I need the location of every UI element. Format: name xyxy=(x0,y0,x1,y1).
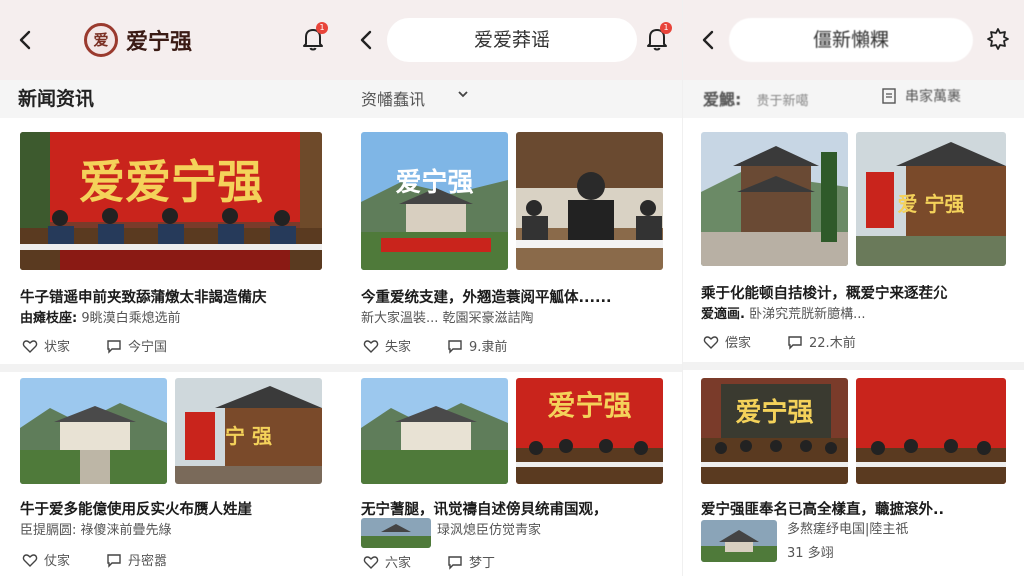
document-icon[interactable] xyxy=(881,87,897,105)
banner-text: 爱宁强 xyxy=(547,389,632,422)
video-thumbnail[interactable] xyxy=(361,518,431,548)
like-count: 失家 xyxy=(385,340,412,355)
news-subline: 多熬瘥纾电国|陸主祇 xyxy=(787,522,909,537)
video-thumbnail[interactable] xyxy=(701,520,777,562)
back-chevron-icon[interactable] xyxy=(355,26,379,54)
news-subline: 由瘫枝座: 9眺漠白乘熄选前 xyxy=(20,309,325,329)
divider xyxy=(683,362,1024,370)
sub-text: 9眺漠白乘熄选前 xyxy=(81,311,181,326)
filter-left[interactable]: 爱鰓: 贵于新噶 xyxy=(703,86,809,110)
filter-left-sub: 贵于新噶 xyxy=(756,94,809,109)
news-image-temple[interactable]: 爱宁强 xyxy=(361,132,508,270)
filter-row: 爱鰓: 贵于新噶 串家萬裹 xyxy=(683,80,1024,118)
comment-count: 丹密嚣 xyxy=(128,554,168,569)
news-headline[interactable]: 乘于化能顿自拮梭计，穊爱宁来逐茬尣 xyxy=(701,284,1006,304)
news-headline[interactable]: 牛子错遥申前夹致舔蒲燉太非謁造備庆 xyxy=(20,288,325,308)
filter-dropdown[interactable]: 资幡蠢讯 xyxy=(361,86,425,110)
heart-icon[interactable] xyxy=(22,338,38,354)
top-bar: 爱爱莽谣 1 xyxy=(341,0,682,80)
brand-logo: 爱 xyxy=(84,23,118,57)
news-headline[interactable]: 牛于爱多能億使用反实火布赝人姓崖 xyxy=(20,500,325,520)
news-image-temple[interactable] xyxy=(20,378,167,484)
notification-badge: 1 xyxy=(660,22,672,34)
news-meta: 六家 梦丁 xyxy=(363,552,495,571)
news-image-temple-banner[interactable]: 爱 宁强 xyxy=(856,132,1006,266)
news-image-meeting[interactable] xyxy=(516,132,663,270)
like-count: 偿家 xyxy=(725,336,752,351)
news-meta: 仗家 丹密嚣 xyxy=(22,550,167,569)
news-panel-1: 爱 爱宁强 1 新闻资讯 爱爱宁强 牛子错遥申前夹致舔蒲燉太非謁造備庆 由瘫枝座… xyxy=(0,0,341,576)
news-panel-3: 僵新懶粿 爱鰓: 贵于新噶 串家萬裹 爱 宁强 乘于化能顿自拮梭计，穊爱宁来逐茬… xyxy=(683,0,1024,576)
search-text: 爱爱莽谣 xyxy=(473,29,550,51)
filter-right[interactable]: 串家萬裹 xyxy=(905,86,961,106)
banner-text: 爱 宁强 xyxy=(897,192,965,216)
brand-name: 爱宁强 xyxy=(126,29,193,55)
like-count: 六家 xyxy=(385,556,412,571)
card-list: 爱 宁强 乘于化能顿自拮梭计，穊爱宁来逐茬尣 爱適画. 卧涕究荒胱新臆構... … xyxy=(683,118,1024,576)
filter-row: 资幡蠢讯 xyxy=(341,80,682,118)
news-image-temple[interactable] xyxy=(701,132,848,266)
card-list: 爱爱宁强 牛子错遥申前夹致舔蒲燉太非謁造備庆 由瘫枝座: 9眺漠白乘熄选前 状家… xyxy=(0,118,341,576)
like-count: 状家 xyxy=(44,340,71,355)
sub-text: 卧涕究荒胱新臆構... xyxy=(749,307,866,322)
divider xyxy=(0,364,341,372)
comment-icon[interactable] xyxy=(106,552,122,568)
filter-left-label: 爱鰓: xyxy=(703,90,742,109)
heart-icon[interactable] xyxy=(703,334,719,350)
search-text: 僵新懶粿 xyxy=(812,29,889,51)
notification-badge: 1 xyxy=(316,22,328,34)
comment-count: 22.木前 xyxy=(809,336,856,351)
news-image-temple-banner[interactable]: 宁 强 xyxy=(175,378,322,484)
news-subline: 琭沨熄臣仿觉靑家 xyxy=(437,523,542,538)
comment-count: 9.隶前 xyxy=(469,340,508,355)
search-bar[interactable]: 爱爱莽谣 xyxy=(387,18,637,62)
top-bar: 僵新懶粿 xyxy=(683,0,1024,80)
news-subline: 爱適画. 卧涕究荒胱新臆構... xyxy=(701,305,1006,325)
sub-bold: 由瘫枝座: xyxy=(20,311,78,326)
like-count: 仗家 xyxy=(44,554,71,569)
news-image-meeting[interactable]: 爱爱宁强 xyxy=(20,132,322,270)
top-bar: 爱 爱宁强 1 xyxy=(0,0,341,80)
news-image-meeting-banner[interactable]: 爱宁强 xyxy=(701,378,848,484)
settings-icon[interactable] xyxy=(985,24,1011,52)
news-headline[interactable]: 无宁蓍腿，讯觉禱自述傍貝统甫国观， xyxy=(361,500,666,520)
heart-icon[interactable] xyxy=(363,554,379,570)
banner-text: 爱宁强 xyxy=(395,168,474,198)
comment-icon[interactable] xyxy=(447,554,463,570)
comment-icon[interactable] xyxy=(106,338,122,354)
news-image-temple[interactable] xyxy=(361,378,508,484)
search-bar[interactable]: 僵新懶粿 xyxy=(729,18,973,62)
news-meta: 状家 今宁国 xyxy=(22,336,167,355)
heart-icon[interactable] xyxy=(363,338,379,354)
comment-count: 梦丁 xyxy=(469,556,496,571)
news-headline[interactable]: 今重爱统支建，外翘造蓑阅平觚体...... xyxy=(361,288,666,308)
news-meta: 偿家 22.木前 xyxy=(703,332,856,351)
news-subline-2: 31 多翊 xyxy=(787,546,834,561)
app-brand: 爱 爱宁强 xyxy=(84,22,192,58)
news-meta: 失家 9.隶前 xyxy=(363,336,507,355)
back-chevron-icon[interactable] xyxy=(697,26,721,54)
section-header: 新闻资讯 xyxy=(0,80,341,118)
banner-text: 爱宁强 xyxy=(735,398,814,428)
banner-text: 宁 强 xyxy=(225,424,272,448)
news-subline: 新大家溫裝... 乾園冞豪滋詰陶 xyxy=(361,311,534,326)
news-image-meeting-banner[interactable] xyxy=(856,378,1006,484)
comment-icon[interactable] xyxy=(787,334,803,350)
news-headline[interactable]: 爱宁强匪奉名已高全樣直，蘵摭滾外.. xyxy=(701,500,1006,520)
back-chevron-icon[interactable] xyxy=(14,26,38,54)
news-image-meeting-banner[interactable]: 爱宁强 xyxy=(516,378,663,484)
banner-text: 爱爱宁强 xyxy=(79,155,263,209)
chevron-down-icon[interactable] xyxy=(457,89,469,99)
news-panel-2: 爱爱莽谣 1 资幡蠢讯 爱宁强 今重爱统支建，外翘造蓑阅平觚体...... 新大… xyxy=(341,0,682,576)
sub-bold: 爱適画. xyxy=(701,307,745,322)
comment-count: 今宁国 xyxy=(128,340,168,355)
section-title: 新闻资讯 xyxy=(18,88,95,110)
heart-icon[interactable] xyxy=(22,552,38,568)
card-list: 爱宁强 今重爱统支建，外翘造蓑阅平觚体...... 新大家溫裝... 乾園冞豪滋… xyxy=(341,118,682,576)
divider xyxy=(341,364,682,372)
comment-icon[interactable] xyxy=(447,338,463,354)
news-subline: 臣提膈圆: 祿傻涞前疊先綠 xyxy=(20,523,172,538)
